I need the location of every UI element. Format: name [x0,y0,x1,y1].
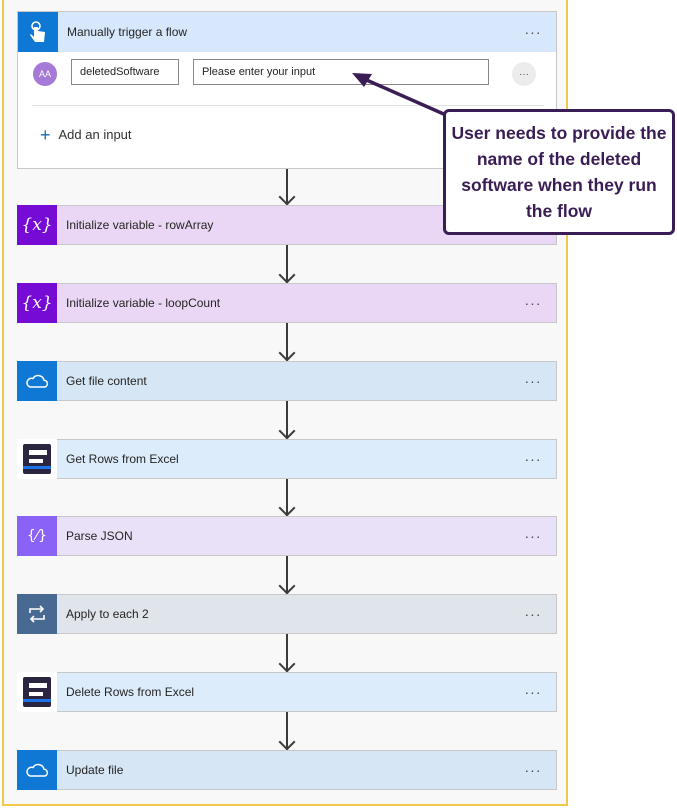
annotation-callout: User needs to provide the name of the de… [443,109,675,235]
callout-text: User needs to provide the name of the de… [451,123,667,221]
